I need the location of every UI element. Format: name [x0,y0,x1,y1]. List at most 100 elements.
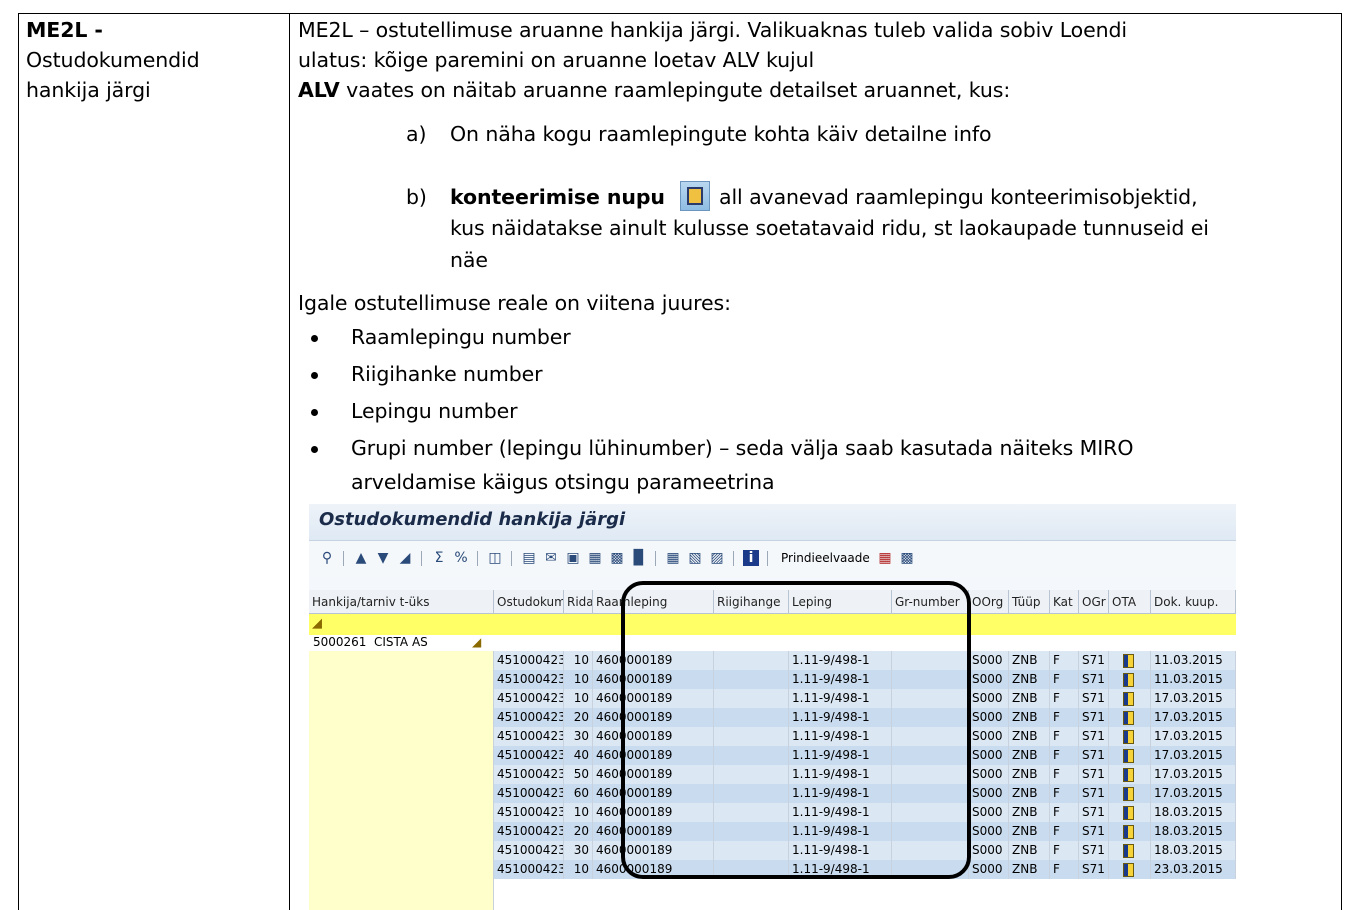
table-cell[interactable]: 20 [564,822,593,841]
table-cell[interactable]: 10 [564,651,593,670]
subtotal-icon[interactable]: % [453,550,469,566]
table-cell[interactable]: 10 [564,670,593,689]
table-cell[interactable]: 30 [564,841,593,860]
print-preview-button[interactable]: Prindieelvaade [781,551,870,565]
ota-status-icon[interactable] [1109,765,1151,784]
mail-icon[interactable]: ✉ [543,550,559,566]
ota-status-icon[interactable] [1109,651,1151,670]
ota-status-icon[interactable] [1109,746,1151,765]
table-cell[interactable]: S71 [1079,651,1109,670]
table-cell[interactable]: F [1050,727,1079,746]
doc-icon[interactable]: ◫ [487,550,503,566]
sort-ascending-icon[interactable]: ▲ [353,550,369,566]
table-cell[interactable]: 40 [564,746,593,765]
table-cell[interactable]: ZNB [1009,651,1050,670]
table-cell[interactable]: ZNB [1009,708,1050,727]
table-cell[interactable]: 4510004232 [494,765,564,784]
table-cell[interactable]: 18.03.2015 [1151,822,1236,841]
account-assignment-toolbar-icon[interactable]: ▩ [899,550,915,566]
filter-icon[interactable]: ◢ [397,550,413,566]
table-cell[interactable]: F [1050,803,1079,822]
sum-icon[interactable]: Σ [431,550,447,566]
table-cell[interactable]: 18.03.2015 [1151,803,1236,822]
table-cell[interactable]: F [1050,784,1079,803]
table-cell[interactable]: 17.03.2015 [1151,708,1236,727]
table-cell[interactable]: S000 [969,746,1009,765]
export-icon[interactable]: ▤ [521,550,537,566]
ota-status-icon[interactable] [1109,708,1151,727]
table-cell[interactable]: 4510004231 [494,670,564,689]
calendar-icon[interactable]: ▦ [877,550,893,566]
table-cell[interactable]: 17.03.2015 [1151,784,1236,803]
table-cell[interactable]: F [1050,860,1079,879]
column-header[interactable]: Tüüp [1009,590,1050,614]
sort-descending-icon[interactable]: ▼ [375,550,391,566]
table-cell[interactable]: 4510004232 [494,727,564,746]
table-cell[interactable]: ZNB [1009,822,1050,841]
table-cell[interactable]: S000 [969,841,1009,860]
table-cell[interactable]: 17.03.2015 [1151,689,1236,708]
column-header[interactable]: Ostudokum. [494,590,564,614]
vendor-filter-icon[interactable]: ◢ [472,635,481,649]
table-cell[interactable]: 17.03.2015 [1151,727,1236,746]
table-cell[interactable]: 20 [564,708,593,727]
info-icon[interactable]: i [743,550,759,566]
table-cell[interactable]: S000 [969,822,1009,841]
table-cell[interactable]: F [1050,765,1079,784]
table-cell[interactable]: S71 [1079,708,1109,727]
table-cell[interactable]: S000 [969,860,1009,879]
ota-status-icon[interactable] [1109,841,1151,860]
table-cell[interactable]: ZNB [1009,689,1050,708]
column-header[interactable]: OTA [1109,590,1151,614]
table-cell[interactable]: ZNB [1009,746,1050,765]
table-cell[interactable]: 60 [564,784,593,803]
table-cell[interactable]: 4510004234 [494,860,564,879]
table-cell[interactable]: F [1050,746,1079,765]
ota-status-icon[interactable] [1109,784,1151,803]
table-cell[interactable]: ZNB [1009,803,1050,822]
table-cell[interactable]: F [1050,670,1079,689]
table-cell[interactable]: 11.03.2015 [1151,651,1236,670]
column-header[interactable]: OOrg [969,590,1009,614]
table-cell[interactable]: S71 [1079,803,1109,822]
graphic-icon[interactable]: ▉ [631,550,647,566]
filter-funnel-icon[interactable]: ◢ [312,616,322,631]
table-cell[interactable]: 4510004233 [494,803,564,822]
table-cell[interactable]: F [1050,822,1079,841]
table-cell[interactable]: S000 [969,803,1009,822]
table-cell[interactable]: 11.03.2015 [1151,670,1236,689]
table-cell[interactable]: S71 [1079,765,1109,784]
table-cell[interactable]: ZNB [1009,784,1050,803]
table-cell[interactable]: F [1050,689,1079,708]
table-cell[interactable]: S000 [969,651,1009,670]
table-cell[interactable]: 10 [564,803,593,822]
column-header[interactable]: Hankija/tarniv t-üks [309,590,494,614]
ota-status-icon[interactable] [1109,670,1151,689]
table-cell[interactable]: 4510004233 [494,822,564,841]
table-cell[interactable]: S000 [969,784,1009,803]
grid-columns-icon[interactable]: ▧ [687,550,703,566]
table-cell[interactable]: S71 [1079,670,1109,689]
table-cell[interactable]: 17.03.2015 [1151,765,1236,784]
column-header[interactable]: Rida [564,590,593,614]
table-cell[interactable]: ZNB [1009,765,1050,784]
select-layout-icon[interactable]: ▩ [609,550,625,566]
table-cell[interactable]: S71 [1079,727,1109,746]
table-cell[interactable]: ZNB [1009,860,1050,879]
column-header[interactable]: OGr [1079,590,1109,614]
table-cell[interactable]: 4510004232 [494,708,564,727]
table-cell[interactable]: 4510004232 [494,689,564,708]
table-cell[interactable]: 4510004232 [494,746,564,765]
table-cell[interactable]: 50 [564,765,593,784]
table-cell[interactable]: S000 [969,708,1009,727]
table-cell[interactable]: 4510004233 [494,841,564,860]
column-header[interactable]: Dok. kuup. [1151,590,1236,614]
table-cell[interactable]: 18.03.2015 [1151,841,1236,860]
print-icon[interactable]: ▣ [565,550,581,566]
table-cell[interactable]: F [1050,708,1079,727]
table-cell[interactable]: 23.03.2015 [1151,860,1236,879]
table-cell[interactable]: 4510004230 [494,651,564,670]
table-cell[interactable]: S71 [1079,689,1109,708]
table-cell[interactable]: F [1050,841,1079,860]
ota-status-icon[interactable] [1109,727,1151,746]
